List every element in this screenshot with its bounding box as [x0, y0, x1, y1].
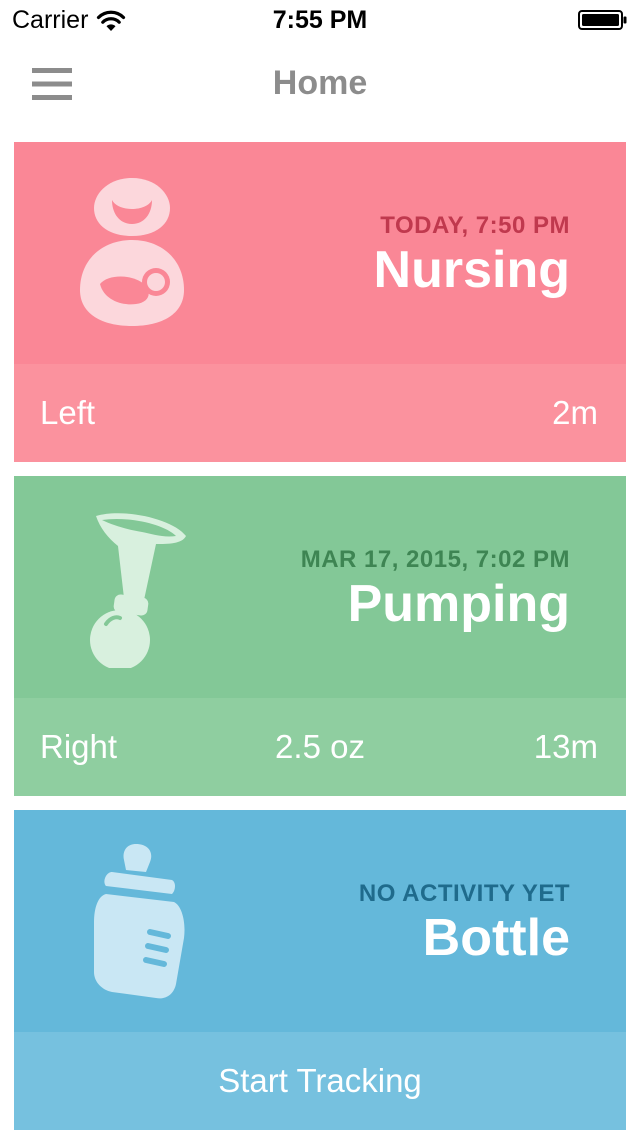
baby-bottle-icon [94, 844, 185, 999]
pumping-card[interactable]: MAR 17, 2015, 7:02 PM Pumping Right 2.5 … [14, 476, 626, 796]
nursing-title: Nursing [373, 241, 570, 299]
start-tracking-button[interactable]: Start Tracking [14, 1032, 626, 1130]
nursing-last-activity: TODAY, 7:50 PM [380, 212, 570, 239]
bottle-card-header: NO ACTIVITY YET Bottle [14, 810, 626, 1032]
pumping-summary-bar: Right 2.5 oz 13m [14, 698, 626, 796]
nursing-side: Left [40, 394, 96, 431]
pumping-duration: 13m [533, 728, 598, 765]
status-bar: Carrier 7:55 PM [0, 0, 640, 40]
nursing-duration: 2m [552, 394, 598, 431]
status-time: 7:55 PM [272, 6, 368, 34]
battery-icon [578, 10, 627, 30]
bottle-title: Bottle [422, 909, 570, 967]
start-tracking-label: Start Tracking [218, 1062, 422, 1099]
bottle-last-activity: NO ACTIVITY YET [358, 880, 570, 907]
pumping-last-activity: MAR 17, 2015, 7:02 PM [300, 546, 570, 573]
pumping-title: Pumping [347, 575, 570, 633]
nursing-card[interactable]: TODAY, 7:50 PM Nursing Left 2m [14, 142, 626, 462]
nursing-summary-bar: Left 2m [14, 364, 626, 462]
pumping-card-header: MAR 17, 2015, 7:02 PM Pumping [14, 476, 626, 698]
bottle-card[interactable]: NO ACTIVITY YET Bottle Start Tracking [14, 810, 626, 1130]
breast-pump-icon [90, 513, 186, 668]
page-title: Home [272, 64, 368, 102]
navigation-bar: Home [0, 40, 640, 128]
nursing-card-header: TODAY, 7:50 PM Nursing [14, 142, 626, 364]
nursing-mother-icon [80, 178, 184, 326]
